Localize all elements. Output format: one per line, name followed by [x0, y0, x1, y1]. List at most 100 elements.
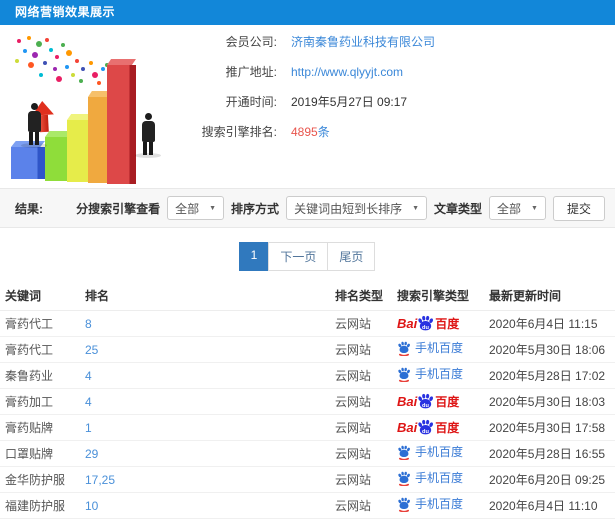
engine-rank-count: 4895	[291, 125, 318, 139]
submit-button[interactable]: 提交	[552, 195, 605, 221]
chevron-down-icon: ▼	[531, 204, 538, 212]
open-time-label: 开通时间:	[225, 95, 277, 109]
rank-link[interactable]: 4	[85, 369, 92, 383]
keyword-cell: 膏药贴牌	[5, 421, 54, 435]
keyword-cell: 金华防护服	[5, 473, 66, 487]
rank-type-cell: 云网站	[335, 343, 372, 357]
engine-filter-select[interactable]: 全部 ▼	[167, 196, 225, 220]
baidu-paw-icon: du	[418, 419, 434, 435]
header-engine-type: 搜索引擎类型	[397, 289, 470, 303]
rank-cell: 10	[85, 499, 335, 513]
updated-cell: 2020年5月30日 17:58	[489, 421, 606, 435]
baidu-mobile-logo: 手机百度	[397, 471, 463, 486]
filter-controls: 分搜索引擎查看 全部 ▼ 排序方式 关键词由短到长排序 ▼ 文章类型 全部 ▼ …	[76, 195, 605, 221]
keyword-cell: 秦鲁药业	[5, 369, 54, 383]
table-row: 膏药代工 25 云网站 手机百度 2020年5月30日 18:06	[0, 337, 615, 363]
rank-link[interactable]: 25	[85, 343, 98, 357]
keyword-cell: 膏药代工	[5, 317, 54, 331]
engine-cell: Bai du 百度	[397, 315, 489, 332]
engine-filter-value: 全部	[175, 201, 200, 216]
baidu-paw-icon	[398, 341, 410, 356]
page-button-current[interactable]: 1	[238, 242, 270, 271]
article-type-value: 全部	[497, 201, 522, 216]
article-type-label: 文章类型	[434, 201, 483, 216]
sort-value: 关键词由短到长排序	[294, 201, 403, 216]
rank-cell: 4	[85, 369, 335, 383]
promo-url-label: 推广地址:	[225, 65, 277, 79]
rank-type-cell: 云网站	[335, 499, 372, 513]
updated-cell: 2020年6月4日 11:15	[489, 317, 598, 331]
rank-link[interactable]: 8	[85, 317, 92, 331]
engine-cell: 手机百度	[397, 497, 489, 515]
rank-type-cell: 云网站	[335, 473, 372, 487]
next-page-button[interactable]: 下一页	[268, 242, 329, 271]
sort-select[interactable]: 关键词由短到长排序 ▼	[286, 196, 428, 220]
page-title: 网络营销效果展示	[15, 5, 116, 19]
header-rank-type: 排名类型	[335, 289, 384, 303]
rank-cell: 4	[85, 395, 335, 409]
rank-cell: 17,25	[85, 473, 335, 487]
businessman-figure-left	[21, 103, 47, 148]
table-row: 金华防护服 17,25 云网站 手机百度 2020年6月20日 09:25	[0, 467, 615, 493]
top-section: 会员公司: 济南秦鲁药业科技有限公司 推广地址: http://www.qlyy…	[0, 25, 615, 188]
baidu-pc-logo: Bai du 百度	[397, 315, 460, 331]
titlebar: 网络营销效果展示	[0, 0, 615, 25]
engine-rank-label: 搜索引擎排名:	[201, 125, 277, 139]
member-company-label: 会员公司:	[225, 35, 277, 49]
rank-cell: 29	[85, 447, 335, 461]
rank-link[interactable]: 4	[85, 395, 92, 409]
article-type-select[interactable]: 全部 ▼	[489, 196, 546, 220]
rank-link[interactable]: 10	[85, 499, 98, 513]
promo-url-link[interactable]: http://www.qlyyjt.com	[291, 65, 403, 79]
engine-rank-unit: 条	[317, 125, 330, 139]
baidu-paw-icon: du	[418, 393, 434, 409]
baidu-pc-logo: Bai du 百度	[397, 419, 460, 435]
member-company-link[interactable]: 济南秦鲁药业科技有限公司	[291, 33, 435, 50]
table-body: 膏药代工 8 云网站 Bai du 百度 2020年6月4日 11:15 膏药代工…	[0, 311, 615, 520]
member-company-row: 会员公司: 济南秦鲁药业科技有限公司	[185, 33, 605, 50]
table-row: 膏药贴牌 1 云网站 Bai du 百度 2020年5月30日 17:58	[0, 415, 615, 441]
pagination: 1 下一页 尾页	[0, 242, 615, 271]
table-row: 秦鲁药业 4 云网站 手机百度 2020年5月28日 17:02	[0, 363, 615, 389]
rank-type-cell: 云网站	[335, 395, 372, 409]
baidu-mobile-logo: 手机百度	[397, 497, 463, 512]
engine-rank-row: 搜索引擎排名: 4895条	[185, 123, 605, 140]
rank-link[interactable]: 1	[85, 421, 92, 435]
promo-url-row: 推广地址: http://www.qlyyjt.com	[185, 63, 605, 80]
table-row: 福建防护服 10 云网站 手机百度 2020年6月4日 11:10	[0, 493, 615, 519]
baidu-paw-icon: du	[418, 315, 434, 331]
keyword-rank-table: 关键词 排名 排名类型 搜索引擎类型 最新更新时间 膏药代工 8 云网站 Bai…	[0, 281, 615, 520]
updated-cell: 2020年5月30日 18:06	[489, 343, 606, 357]
rank-link[interactable]: 17,25	[85, 473, 115, 487]
updated-cell: 2020年5月28日 17:02	[489, 369, 606, 383]
confetti-decoration	[9, 33, 13, 37]
engine-cell: 手机百度	[397, 471, 489, 489]
rank-type-cell: 云网站	[335, 369, 372, 383]
baidu-paw-icon	[398, 367, 410, 382]
bar-chart-clipart	[5, 27, 177, 185]
filter-bar: 结果: 分搜索引擎查看 全部 ▼ 排序方式 关键词由短到长排序 ▼ 文章类型 全…	[0, 188, 615, 228]
rank-cell: 8	[85, 317, 335, 331]
last-page-button[interactable]: 尾页	[327, 242, 376, 271]
engine-filter-label: 分搜索引擎查看	[76, 201, 161, 216]
baidu-paw-icon	[398, 445, 410, 460]
open-time-row: 开通时间: 2019年5月27日 09:17	[185, 93, 605, 110]
sort-label: 排序方式	[231, 201, 280, 216]
chevron-down-icon: ▼	[209, 204, 217, 212]
svg-text:du: du	[422, 325, 429, 331]
engine-cell: Bai du 百度	[397, 393, 489, 410]
rank-link[interactable]: 29	[85, 447, 98, 461]
businessman-figure-right	[135, 113, 161, 158]
open-time-value: 2019年5月27日 09:17	[291, 95, 408, 109]
keyword-cell: 膏药代工	[5, 343, 54, 357]
result-label: 结果:	[15, 201, 43, 216]
keyword-cell: 福建防护服	[5, 499, 66, 513]
table-row: 膏药代工 8 云网站 Bai du 百度 2020年6月4日 11:15	[0, 311, 615, 337]
updated-cell: 2020年6月4日 11:10	[489, 499, 598, 513]
rank-type-cell: 云网站	[335, 421, 372, 435]
keyword-cell: 膏药加工	[5, 395, 54, 409]
header-updated: 最新更新时间	[489, 289, 562, 303]
header-rank: 排名	[85, 289, 110, 303]
baidu-mobile-logo: 手机百度	[397, 341, 463, 356]
rank-type-cell: 云网站	[335, 447, 372, 461]
